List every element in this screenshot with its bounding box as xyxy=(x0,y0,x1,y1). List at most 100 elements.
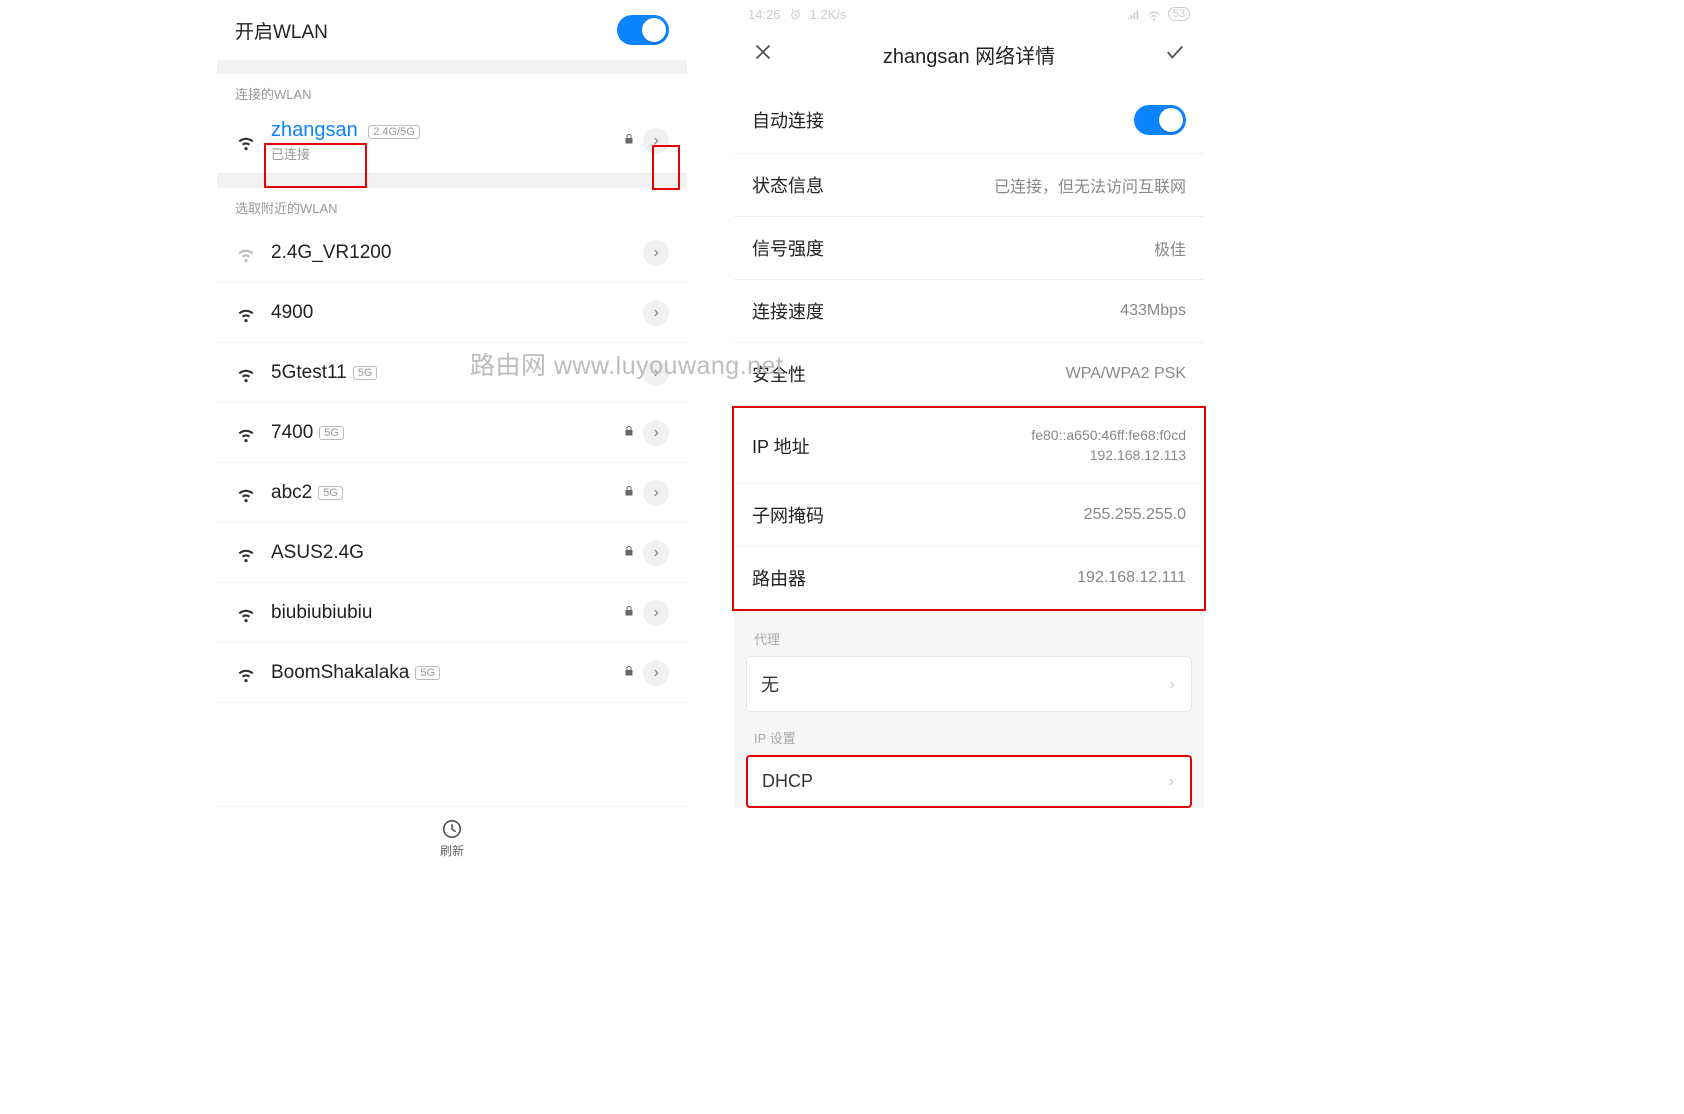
wifi-icon xyxy=(1146,6,1162,22)
lock-icon xyxy=(623,132,635,150)
wifi-icon xyxy=(235,602,257,624)
network-detail-button[interactable] xyxy=(643,660,669,686)
detail-label: IP 地址 xyxy=(752,433,810,459)
connected-header: 连接的WLAN xyxy=(217,74,687,109)
network-detail-button[interactable] xyxy=(643,360,669,386)
wlan-list-screen: 开启WLAN 连接的WLAN zhangsan 2.4G/5G 已连接 选取附近… xyxy=(217,0,687,870)
status-bar: 14:26 1.2K/s 53 xyxy=(734,0,1204,24)
wifi-icon xyxy=(235,482,257,504)
lock-icon xyxy=(623,604,635,622)
detail-value: WPA/WPA2 PSK xyxy=(1066,365,1186,383)
lock-icon xyxy=(623,544,635,562)
band-badge: 2.4G/5G xyxy=(368,125,420,139)
network-detail-button[interactable] xyxy=(643,240,669,266)
wifi-icon xyxy=(235,662,257,684)
connected-status: 已连接 xyxy=(271,144,623,163)
auto-connect-row[interactable]: 自动连接 xyxy=(734,87,1204,154)
chevron-right-icon xyxy=(1166,771,1176,792)
close-button[interactable] xyxy=(752,41,774,68)
wifi-network-row[interactable]: BoomShakalaka5G xyxy=(217,643,687,703)
detail-value: fe80::a650:46ff:fe68:f0cd 192.168.12.113 xyxy=(1031,426,1186,465)
auto-connect-toggle[interactable] xyxy=(1134,105,1186,135)
lock-icon xyxy=(623,484,635,502)
wifi-network-row[interactable]: abc2 5G xyxy=(217,463,687,523)
network-detail-button[interactable] xyxy=(643,128,669,154)
detail-label: 信号强度 xyxy=(752,235,824,261)
proxy-dropdown[interactable]: 无 xyxy=(746,656,1192,712)
network-detail-button[interactable] xyxy=(643,420,669,446)
navbar: zhangsan 网络详情 xyxy=(734,24,1204,87)
detail-value: 255.255.255.0 xyxy=(1084,506,1186,524)
wifi-network-row[interactable]: ASUS2.4G xyxy=(217,523,687,583)
wifi-network-row[interactable]: 7400 5G xyxy=(217,403,687,463)
wifi-name: BoomShakalaka xyxy=(271,662,409,683)
wifi-network-row[interactable]: biubiubiubiu xyxy=(217,583,687,643)
auto-connect-label: 自动连接 xyxy=(752,107,824,133)
network-detail-button[interactable] xyxy=(643,480,669,506)
network-detail-button[interactable] xyxy=(643,300,669,326)
divider xyxy=(217,174,687,188)
ip-setting-label: IP 设置 xyxy=(746,724,1192,755)
band-badge: 5G xyxy=(318,486,343,500)
connected-network-name: zhangsan xyxy=(271,119,358,141)
alarm-icon xyxy=(789,8,802,21)
band-badge: 5G xyxy=(353,366,378,380)
lock-icon xyxy=(623,664,635,682)
network-detail-screen: 14:26 1.2K/s 53 zhangsan 网络详情 自动连接 状态信息 … xyxy=(734,0,1204,870)
wifi-icon xyxy=(235,302,257,324)
battery-indicator: 53 xyxy=(1168,7,1190,21)
wifi-name: 5Gtest11 xyxy=(271,362,347,383)
network-detail-button[interactable] xyxy=(643,540,669,566)
connected-network-row[interactable]: zhangsan 2.4G/5G 已连接 xyxy=(217,109,687,174)
status-time: 14:26 xyxy=(748,7,781,22)
proxy-label: 代理 xyxy=(746,625,1192,656)
lock-icon xyxy=(623,424,635,442)
network-detail-button[interactable] xyxy=(643,600,669,626)
refresh-label: 刷新 xyxy=(440,842,464,859)
wifi-network-row[interactable]: 2.4G_VR1200 xyxy=(217,223,687,283)
detail-label: 子网掩码 xyxy=(752,502,824,528)
band-badge: 5G xyxy=(319,426,344,440)
ip-setting-dropdown[interactable]: DHCP xyxy=(746,755,1192,808)
wifi-name: 7400 xyxy=(271,422,313,443)
wifi-name: ASUS2.4G xyxy=(271,542,364,563)
signal-icon xyxy=(1126,7,1140,21)
wifi-name: 4900 xyxy=(271,302,313,323)
detail-label: 安全性 xyxy=(752,361,806,387)
wifi-icon xyxy=(235,422,257,444)
ip-row: IP 地址 fe80::a650:46ff:fe68:f0cd 192.168.… xyxy=(734,408,1204,484)
mask-row: 子网掩码 255.255.255.0 xyxy=(734,484,1204,547)
nearby-networks-list: 2.4G_VR1200 4900 5Gtest11 5G 7400 5G abc2 5G ASU… xyxy=(217,223,687,703)
speed-row: 连接速度 433Mbps xyxy=(734,280,1204,343)
security-row: 安全性 WPA/WPA2 PSK xyxy=(734,343,1204,406)
status-speed: 1.2K/s xyxy=(810,7,847,22)
detail-label: 路由器 xyxy=(752,565,806,591)
detail-value: 已连接，但无法访问互联网 xyxy=(994,173,1186,197)
clock-icon xyxy=(441,818,463,840)
detail-value: 192.168.12.111 xyxy=(1077,569,1186,587)
wifi-network-row[interactable]: 4900 xyxy=(217,283,687,343)
wifi-icon xyxy=(235,242,257,264)
status-row: 状态信息 已连接，但无法访问互联网 xyxy=(734,154,1204,217)
wlan-toggle-row[interactable]: 开启WLAN xyxy=(217,0,687,60)
wifi-name: abc2 xyxy=(271,482,312,503)
wifi-icon xyxy=(235,542,257,564)
nearby-header: 选取附近的WLAN xyxy=(217,188,687,223)
signal-row: 信号强度 极佳 xyxy=(734,217,1204,280)
confirm-button[interactable] xyxy=(1164,41,1186,68)
detail-label: 连接速度 xyxy=(752,298,824,324)
wifi-icon xyxy=(235,362,257,384)
wifi-name: 2.4G_VR1200 xyxy=(271,242,391,263)
detail-value: 极佳 xyxy=(1154,236,1186,260)
chevron-right-icon xyxy=(1167,674,1177,695)
detail-label: 状态信息 xyxy=(752,172,824,198)
divider xyxy=(217,60,687,74)
dropdown-value: DHCP xyxy=(762,771,813,792)
dropdown-value: 无 xyxy=(761,671,779,697)
refresh-button[interactable]: 刷新 xyxy=(217,806,687,870)
highlight-box: IP 地址 fe80::a650:46ff:fe68:f0cd 192.168.… xyxy=(732,406,1206,611)
wlan-toggle-label: 开启WLAN xyxy=(235,17,617,44)
wlan-toggle[interactable] xyxy=(617,15,669,45)
page-title: zhangsan 网络详情 xyxy=(883,40,1055,69)
wifi-network-row[interactable]: 5Gtest11 5G xyxy=(217,343,687,403)
